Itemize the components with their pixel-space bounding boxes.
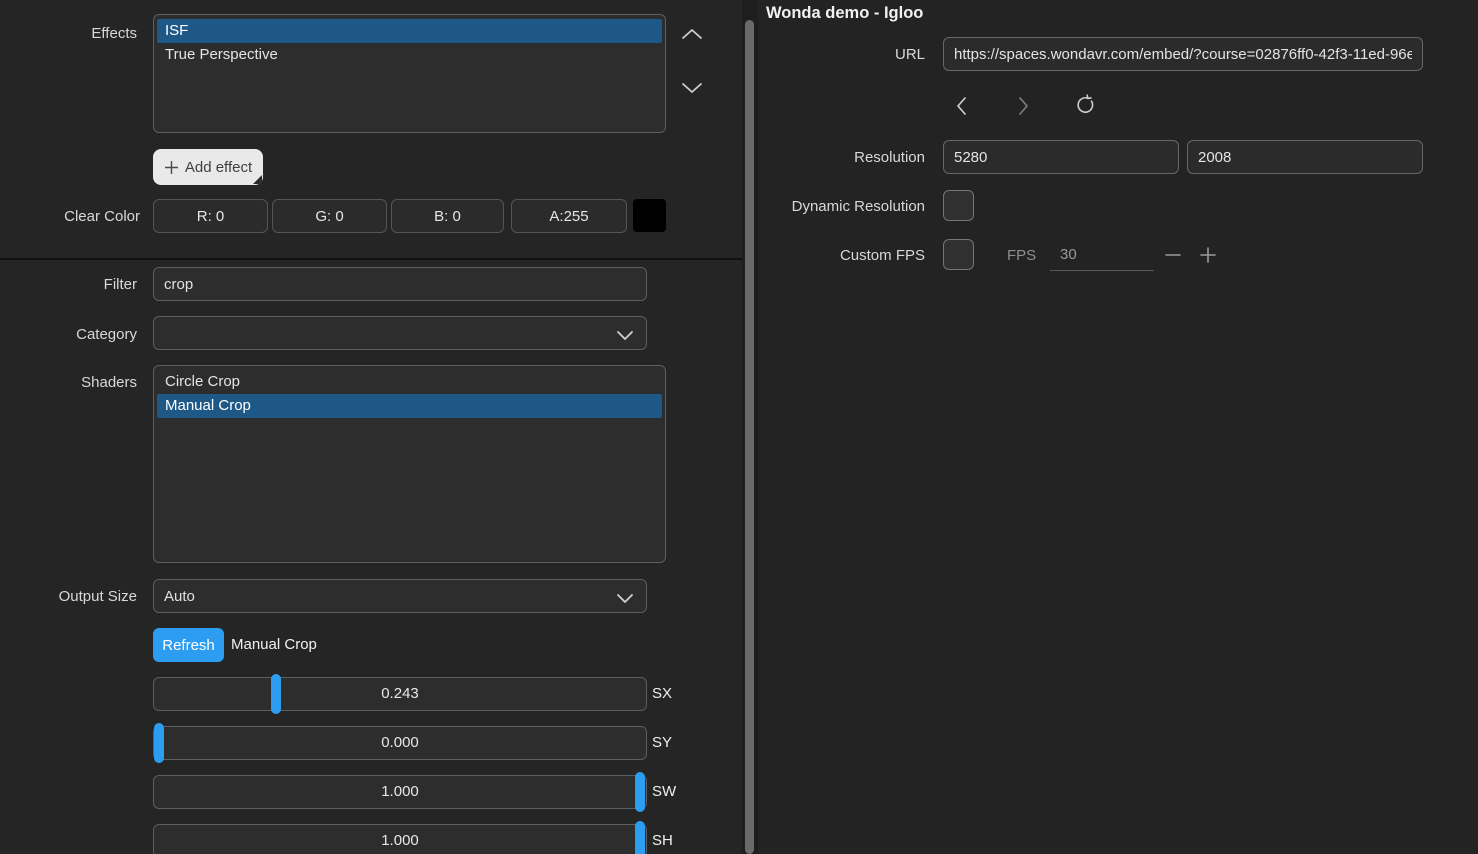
resolution-height-input[interactable] <box>1187 140 1423 174</box>
sw-slider-thumb[interactable] <box>635 772 645 812</box>
chevron-right-icon <box>1013 105 1033 120</box>
shaders-list-item[interactable]: Circle Crop <box>157 370 662 394</box>
filter-label: Filter <box>0 276 137 293</box>
browser-reload-button[interactable] <box>1074 94 1096 119</box>
refresh-shader-button[interactable]: Refresh <box>153 628 224 662</box>
effects-list-item[interactable]: ISF <box>157 19 662 43</box>
sw-slider-label: SW <box>652 783 676 800</box>
shaders-listbox: Circle Crop Manual Crop <box>153 365 666 563</box>
url-label: URL <box>758 46 925 63</box>
resolution-width-input[interactable] <box>943 140 1179 174</box>
sh-slider-value: 1.000 <box>154 825 646 854</box>
url-input[interactable] <box>943 37 1423 71</box>
sx-slider[interactable]: 0.243 <box>153 677 647 711</box>
filter-input[interactable] <box>153 267 647 301</box>
dynamic-resolution-checkbox[interactable] <box>943 190 974 221</box>
effects-label: Effects <box>0 25 137 42</box>
clear-color-r-field[interactable]: R: 0 <box>153 199 268 233</box>
plus-icon <box>164 160 179 175</box>
chevron-down-icon <box>616 328 634 345</box>
output-size-label: Output Size <box>0 588 137 605</box>
clear-color-b-field[interactable]: B: 0 <box>391 199 504 233</box>
source-title: Wonda demo - Igloo <box>766 4 923 23</box>
sy-slider-value: 0.000 <box>154 727 646 759</box>
fps-label: FPS <box>1007 247 1036 264</box>
custom-fps-checkbox[interactable] <box>943 239 974 270</box>
move-effect-down-button[interactable] <box>679 79 705 99</box>
sy-slider-label: SY <box>652 734 672 751</box>
chevron-left-icon <box>952 105 972 120</box>
shaders-label: Shaders <box>0 374 137 391</box>
effects-panel: Effects ISF True Perspective Add effect … <box>0 0 742 854</box>
custom-fps-label: Custom FPS <box>758 247 925 264</box>
menu-corner-triangle-icon <box>253 175 262 184</box>
browser-forward-button[interactable] <box>1013 95 1033 120</box>
effects-list-item[interactable]: True Perspective <box>157 43 662 67</box>
reload-icon <box>1074 104 1096 119</box>
output-size-value: Auto <box>164 588 195 605</box>
sx-slider-label: SX <box>652 685 672 702</box>
sx-slider-value: 0.243 <box>154 678 646 710</box>
active-shader-name: Manual Crop <box>231 636 317 653</box>
add-effect-button[interactable]: Add effect <box>153 149 263 185</box>
effects-listbox: ISF True Perspective <box>153 14 666 133</box>
chevron-down-icon <box>679 84 705 99</box>
clear-color-swatch[interactable] <box>633 199 666 232</box>
vertical-scrollbar[interactable] <box>742 0 758 854</box>
fps-decrement-button[interactable] <box>1164 247 1182 266</box>
sy-slider[interactable]: 0.000 <box>153 726 647 760</box>
dynamic-resolution-label: Dynamic Resolution <box>758 198 925 215</box>
category-label: Category <box>0 326 137 343</box>
sw-slider-value: 1.000 <box>154 776 646 808</box>
sy-slider-thumb[interactable] <box>154 723 164 763</box>
fps-input[interactable] <box>1050 239 1154 271</box>
sx-slider-thumb[interactable] <box>271 674 281 714</box>
browser-back-button[interactable] <box>952 95 972 120</box>
sh-slider-label: SH <box>652 832 673 849</box>
plus-icon <box>1199 251 1217 266</box>
resolution-label: Resolution <box>758 149 925 166</box>
fps-increment-button[interactable] <box>1199 247 1217 266</box>
clear-color-label: Clear Color <box>0 208 140 225</box>
sh-slider-thumb[interactable] <box>635 821 645 854</box>
category-dropdown[interactable] <box>153 316 647 350</box>
scrollbar-thumb[interactable] <box>745 20 754 854</box>
shaders-list-item[interactable]: Manual Crop <box>157 394 662 418</box>
sw-slider[interactable]: 1.000 <box>153 775 647 809</box>
clear-color-g-field[interactable]: G: 0 <box>272 199 387 233</box>
add-effect-label: Add effect <box>185 159 252 176</box>
source-settings-panel: Wonda demo - Igloo URL Resolution Dynami… <box>758 0 1478 854</box>
output-size-dropdown[interactable]: Auto <box>153 579 647 613</box>
chevron-down-icon <box>616 591 634 608</box>
sh-slider[interactable]: 1.000 <box>153 824 647 854</box>
section-divider <box>0 258 742 260</box>
chevron-up-icon <box>679 30 705 45</box>
clear-color-a-field[interactable]: A:255 <box>511 199 627 233</box>
minus-icon <box>1164 251 1182 266</box>
move-effect-up-button[interactable] <box>679 25 705 45</box>
